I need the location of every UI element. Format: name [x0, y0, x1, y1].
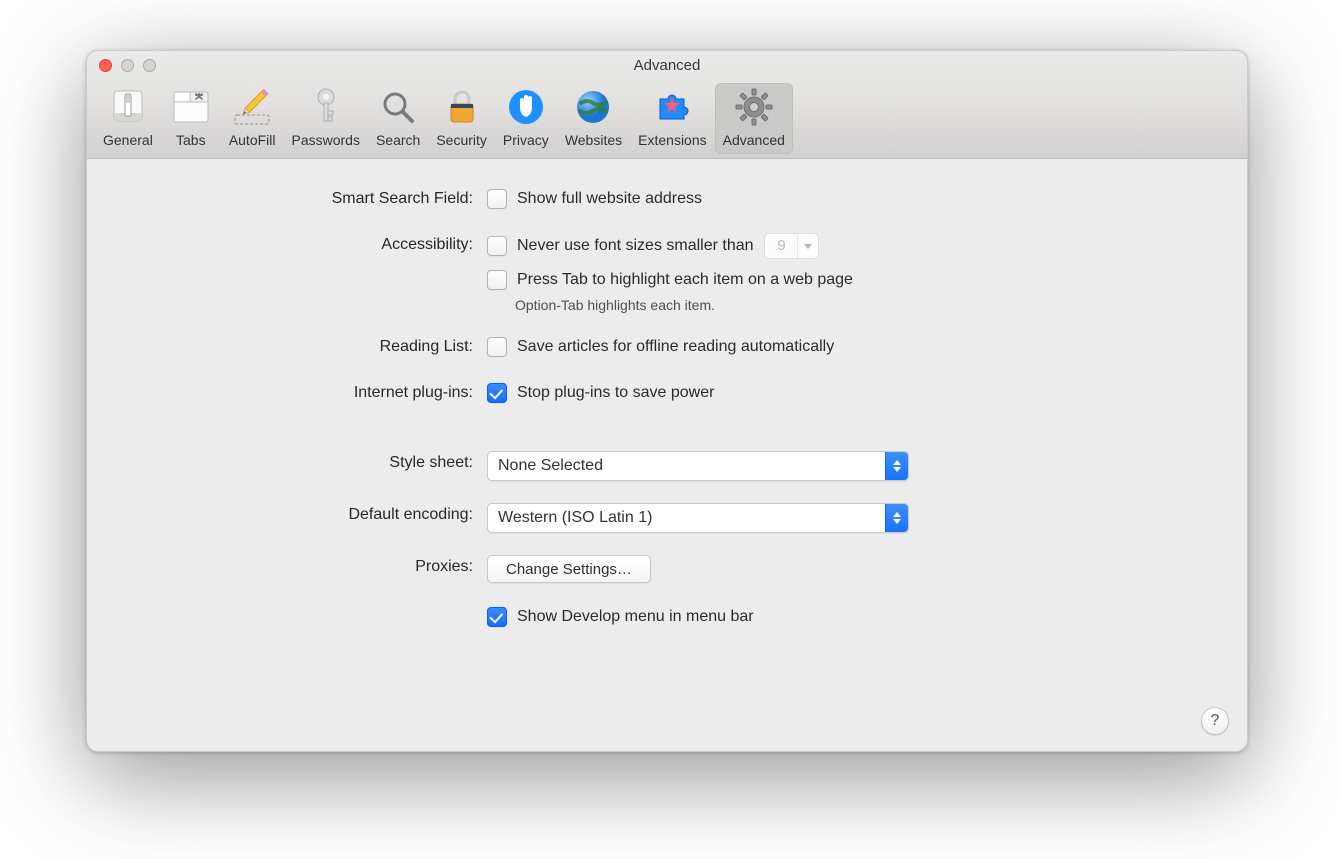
tab-label: Tabs	[176, 132, 206, 148]
checkbox-icon	[487, 383, 507, 403]
checkbox-label: Press Tab to highlight each item on a we…	[517, 268, 853, 292]
show-full-address-checkbox[interactable]: Show full website address	[487, 187, 702, 211]
tab-label: Extensions	[638, 132, 706, 148]
tab-label: Privacy	[503, 132, 549, 148]
proxies-label: Proxies:	[87, 555, 487, 579]
accessibility-hint: Option-Tab highlights each item.	[515, 297, 715, 313]
tabs-icon	[169, 86, 213, 128]
stop-plugins-checkbox[interactable]: Stop plug-ins to save power	[487, 381, 714, 405]
tab-label: AutoFill	[229, 132, 276, 148]
tab-autofill[interactable]: AutoFill	[221, 83, 284, 154]
switch-icon	[106, 86, 150, 128]
hand-stop-icon	[504, 86, 548, 128]
min-font-size-checkbox[interactable]: Never use font sizes smaller than	[487, 234, 754, 258]
accessibility-label: Accessibility:	[87, 233, 487, 257]
select-value: None Selected	[488, 457, 885, 475]
tab-tabs[interactable]: Tabs	[161, 83, 221, 154]
tab-general[interactable]: General	[95, 83, 161, 154]
tab-privacy[interactable]: Privacy	[495, 83, 557, 154]
window-title: Advanced	[87, 51, 1247, 81]
checkbox-icon	[487, 607, 507, 627]
tab-label: Advanced	[723, 132, 785, 148]
tab-label: Websites	[565, 132, 622, 148]
tab-extensions[interactable]: Extensions	[630, 83, 714, 154]
checkbox-label: Show full website address	[517, 187, 702, 211]
updown-arrows-icon	[885, 504, 908, 532]
style-sheet-select[interactable]: None Selected	[487, 451, 909, 481]
checkbox-label: Stop plug-ins to save power	[517, 381, 714, 405]
pencil-form-icon	[230, 86, 274, 128]
show-develop-menu-checkbox[interactable]: Show Develop menu in menu bar	[487, 605, 754, 629]
tab-highlight-checkbox[interactable]: Press Tab to highlight each item on a we…	[487, 268, 853, 292]
gear-icon	[732, 86, 776, 128]
advanced-pane: Smart Search Field: Show full website ad…	[87, 159, 1247, 751]
padlock-icon	[440, 86, 484, 128]
default-encoding-label: Default encoding:	[87, 503, 487, 527]
min-font-size-select[interactable]: 9	[764, 233, 819, 259]
tab-label: Passwords	[292, 132, 360, 148]
minimize-window-button[interactable]	[121, 59, 134, 72]
tab-search[interactable]: Search	[368, 83, 428, 154]
tab-label: General	[103, 132, 153, 148]
checkbox-icon	[487, 337, 507, 357]
tab-label: Security	[436, 132, 487, 148]
tab-security[interactable]: Security	[428, 83, 495, 154]
reading-list-label: Reading List:	[87, 335, 487, 359]
preferences-toolbar: General	[87, 81, 1247, 158]
chevron-down-icon	[797, 234, 818, 258]
change-proxy-settings-button[interactable]: Change Settings…	[487, 555, 651, 583]
globe-icon	[571, 86, 615, 128]
checkbox-icon	[487, 270, 507, 290]
tab-passwords[interactable]: Passwords	[284, 83, 368, 154]
checkbox-label: Never use font sizes smaller than	[517, 234, 754, 258]
preferences-window: Advanced General	[86, 50, 1248, 752]
checkbox-label: Save articles for offline reading automa…	[517, 335, 834, 359]
titlebar: Advanced General	[87, 51, 1247, 159]
search-icon	[376, 86, 420, 128]
checkbox-label: Show Develop menu in menu bar	[517, 605, 754, 629]
zoom-window-button[interactable]	[143, 59, 156, 72]
smart-search-label: Smart Search Field:	[87, 187, 487, 211]
save-offline-checkbox[interactable]: Save articles for offline reading automa…	[487, 335, 834, 359]
checkbox-icon	[487, 236, 507, 256]
updown-arrows-icon	[885, 452, 908, 480]
key-icon	[304, 86, 348, 128]
tab-websites[interactable]: Websites	[557, 83, 630, 154]
window-controls	[99, 59, 156, 72]
select-value: Western (ISO Latin 1)	[488, 509, 885, 527]
style-sheet-label: Style sheet:	[87, 451, 487, 475]
tab-advanced[interactable]: Advanced	[715, 83, 793, 154]
internet-plugins-label: Internet plug-ins:	[87, 381, 487, 405]
default-encoding-select[interactable]: Western (ISO Latin 1)	[487, 503, 909, 533]
close-window-button[interactable]	[99, 59, 112, 72]
tab-label: Search	[376, 132, 420, 148]
puzzle-piece-icon	[650, 86, 694, 128]
checkbox-icon	[487, 189, 507, 209]
min-font-size-value: 9	[765, 234, 797, 258]
help-button[interactable]: ?	[1201, 707, 1229, 735]
